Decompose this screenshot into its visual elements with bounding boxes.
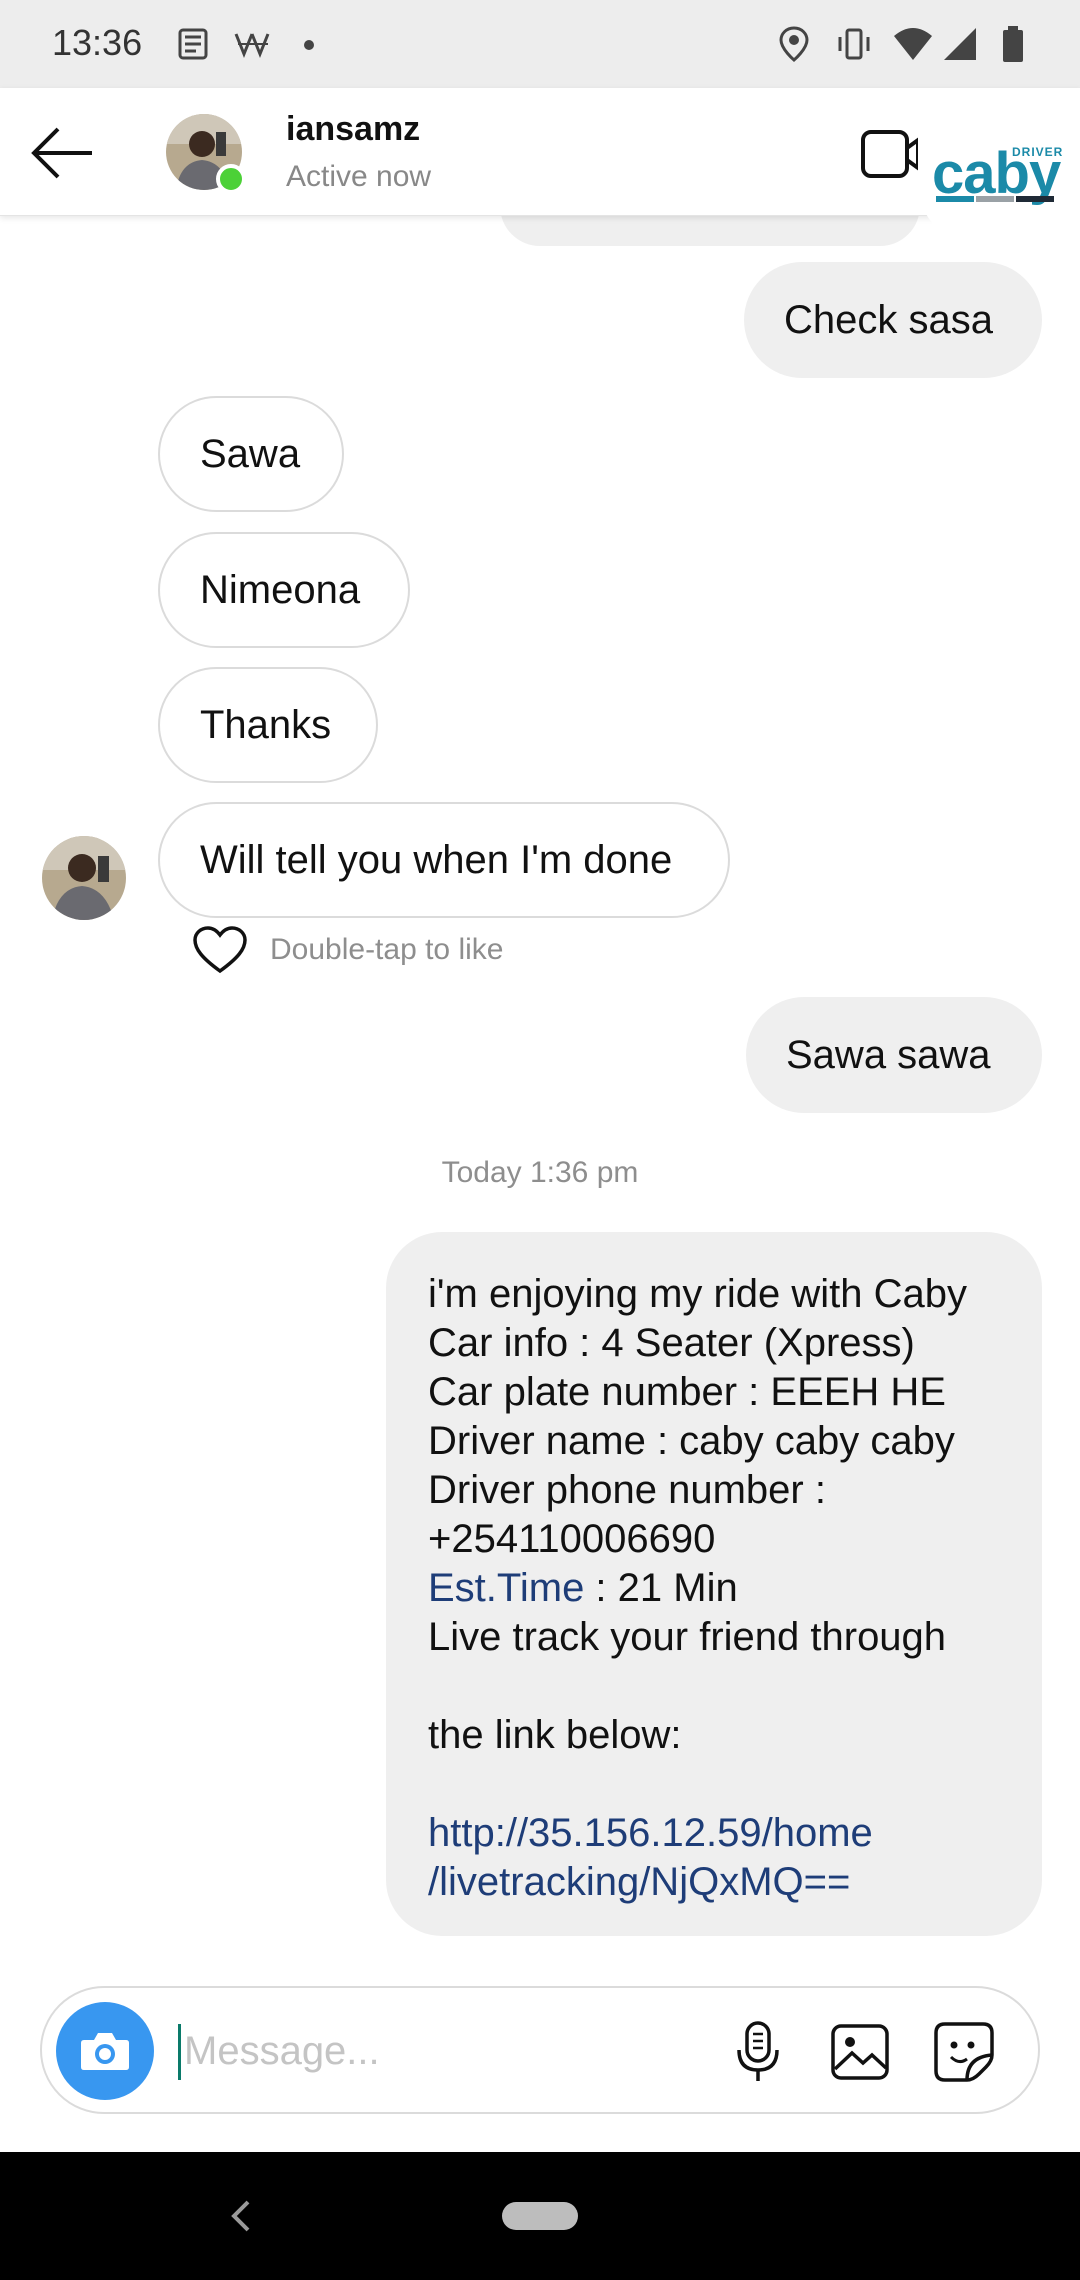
- video-call-button[interactable]: [860, 126, 920, 182]
- status-bar: 13:36: [0, 0, 1080, 88]
- active-status: Active now: [286, 160, 432, 193]
- message-input[interactable]: [178, 2018, 738, 2084]
- message-text: Will tell you when I'm done: [200, 838, 673, 882]
- tracking-link[interactable]: /livetracking/NjQxMQ==: [428, 1858, 1000, 1907]
- camera-button[interactable]: [56, 2002, 154, 2100]
- voice-button[interactable]: [724, 2018, 792, 2086]
- message-line: +254110006690: [428, 1517, 716, 1561]
- image-icon: [831, 2024, 889, 2080]
- message-bubble-incoming[interactable]: Sawa: [158, 396, 344, 512]
- dot-icon: [304, 40, 314, 50]
- message-text: : 21 Min: [584, 1566, 738, 1610]
- message-line: Driver name : caby caby caby: [428, 1419, 955, 1463]
- like-hint[interactable]: Double-tap to like: [192, 922, 503, 978]
- location-icon: [776, 24, 812, 69]
- message-composer: [40, 1986, 1040, 2114]
- message-line: Live track your friend through: [428, 1615, 947, 1659]
- nav-home-pill[interactable]: [502, 2202, 578, 2230]
- tracking-link[interactable]: http://35.156.12.59/home: [428, 1809, 1000, 1858]
- video-camera-icon: [861, 130, 920, 178]
- signal-icon: [940, 24, 980, 69]
- message-bubble-outgoing[interactable]: Check sasa: [744, 262, 1042, 378]
- vibrate-icon: [834, 24, 874, 69]
- like-hint-text: Double-tap to like: [270, 933, 504, 966]
- status-time: 13:36: [52, 22, 143, 63]
- message-text: Check sasa: [784, 298, 993, 342]
- caby-logo-underline: [936, 196, 1054, 202]
- message-line: i'm enjoying my ride with Caby: [428, 1272, 967, 1316]
- message-bubble-incoming[interactable]: Will tell you when I'm done: [158, 802, 730, 918]
- sticker-icon: [934, 2022, 994, 2082]
- news-icon: [174, 24, 214, 69]
- heart-icon[interactable]: [192, 925, 248, 975]
- message-text: Thanks: [200, 703, 332, 747]
- message-line: Car info : 4 Seater (Xpress): [428, 1321, 915, 1365]
- message-text: Sawa: [200, 432, 301, 476]
- wifi-icon: [892, 24, 934, 69]
- battery-icon: [1000, 24, 1026, 69]
- nav-back-icon[interactable]: [226, 2192, 256, 2240]
- message-bubble-outgoing[interactable]: Sawa sawa: [746, 997, 1042, 1113]
- message-timestamp: Today 1:36 pm: [441, 1156, 639, 1189]
- camera-icon: [81, 2033, 129, 2070]
- back-arrow-icon: [31, 127, 92, 179]
- message-bubble-incoming[interactable]: Thanks: [158, 667, 378, 783]
- message-text: Sawa sawa: [786, 1033, 991, 1077]
- app-icon: [232, 24, 274, 69]
- back-button[interactable]: [28, 118, 98, 188]
- microphone-icon: [737, 2021, 779, 2081]
- online-indicator: [216, 164, 246, 194]
- est-time-link[interactable]: Est.Time: [428, 1566, 584, 1610]
- gallery-button[interactable]: [826, 2018, 894, 2086]
- message-line: the link below:: [428, 1713, 682, 1757]
- system-nav-bar: [0, 2152, 1080, 2280]
- message-bubble-incoming[interactable]: Nimeona: [158, 532, 410, 648]
- message-line: Car plate number : EEEH HE: [428, 1370, 946, 1414]
- conversation-username[interactable]: iansamz: [286, 110, 420, 149]
- sticker-button[interactable]: [930, 2018, 998, 2086]
- message-bubble-outgoing[interactable]: i'm enjoying my ride with Caby Car info …: [386, 1232, 1042, 1936]
- message-text: Nimeona: [200, 568, 361, 612]
- sender-avatar[interactable]: [42, 836, 126, 920]
- message-line: Est.Time : 21 Min: [428, 1564, 1000, 1613]
- message-line: Driver phone number :: [428, 1468, 826, 1512]
